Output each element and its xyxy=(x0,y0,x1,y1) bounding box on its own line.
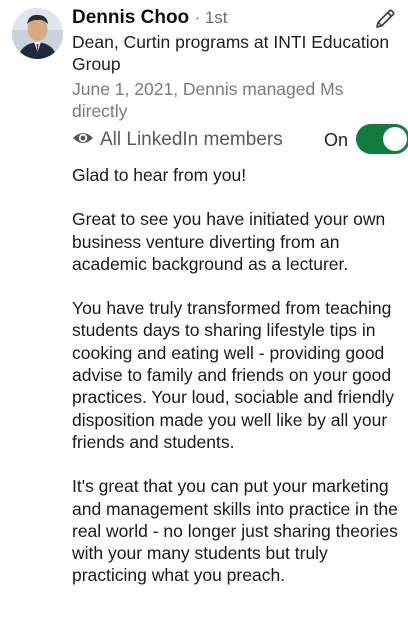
toggle-state-label: On xyxy=(324,130,349,150)
visibility-row: All LinkedIn members On xyxy=(72,124,408,154)
visibility-label: All LinkedIn members xyxy=(100,129,283,150)
toggle-knob xyxy=(383,127,407,151)
recommendation-header: Dennis Choo · 1st Dean, Curtin programs … xyxy=(12,6,408,156)
author-headline: Dean, Curtin programs at INTI Education … xyxy=(72,32,390,74)
recommendation-message: Glad to hear from you! Great to see you … xyxy=(72,164,402,609)
visibility-toggle[interactable] xyxy=(356,124,408,154)
author-name[interactable]: Dennis Choo xyxy=(72,7,189,28)
message-paragraph: You have truly transformed from teaching… xyxy=(72,298,395,452)
author-name-line: Dennis Choo · 1st xyxy=(72,6,228,30)
connection-degree: · 1st xyxy=(194,8,228,27)
pencil-icon[interactable] xyxy=(374,8,396,30)
avatar[interactable] xyxy=(12,8,63,59)
relationship-meta: June 1, 2021, Dennis managed Ms directly xyxy=(72,79,344,121)
eye-icon xyxy=(72,129,94,147)
message-paragraph: Glad to hear from you! xyxy=(72,165,247,185)
message-paragraph: It's great that you can put your marketi… xyxy=(72,476,398,586)
message-paragraph: Great to see you have initiated your own… xyxy=(72,209,386,274)
